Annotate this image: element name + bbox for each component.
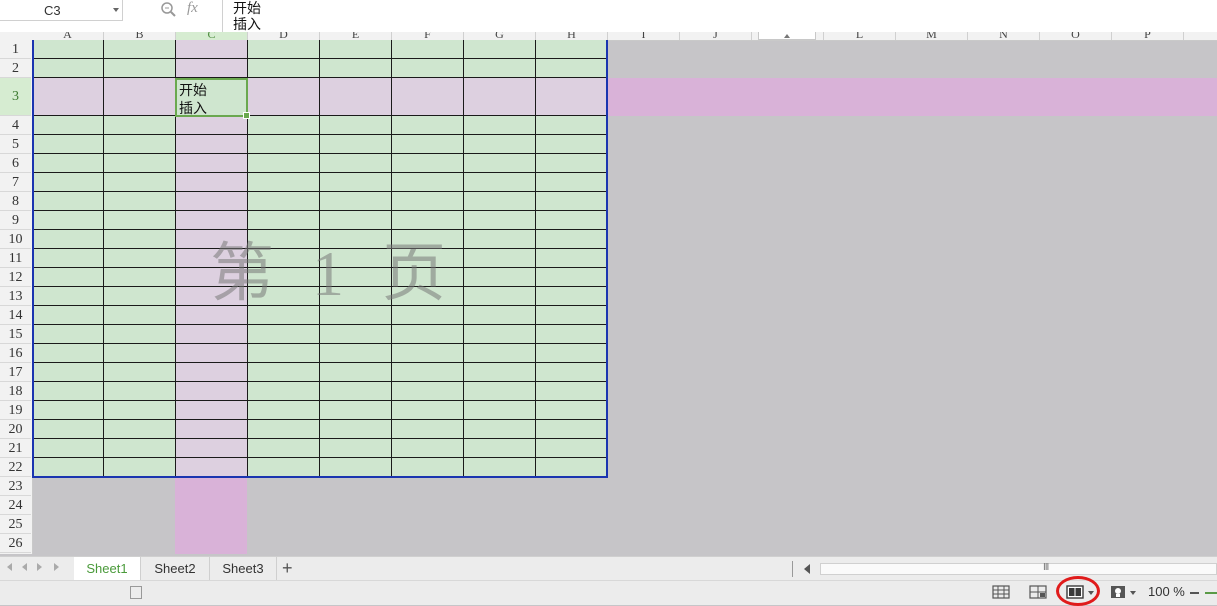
row-header-12[interactable]: 12 (0, 268, 31, 287)
row-header-7[interactable]: 7 (0, 173, 31, 192)
name-box[interactable]: C3 (0, 0, 123, 21)
column-header-i[interactable]: I (608, 32, 680, 40)
row-header-25[interactable]: 25 (0, 515, 31, 534)
formula-input[interactable]: 开始 插入 (233, 0, 261, 32)
add-sheet-icon[interactable]: + (282, 558, 293, 579)
normal-view-icon[interactable] (992, 584, 1010, 600)
formula-separator (222, 0, 223, 32)
row-header-2[interactable]: 2 (0, 59, 31, 78)
function-icon[interactable]: fx (187, 0, 198, 17)
fill-handle[interactable] (243, 112, 250, 119)
scroll-grip: III (1043, 562, 1049, 573)
chevron-down-icon[interactable] (113, 8, 119, 12)
row-header-23[interactable]: 23 (0, 477, 31, 496)
row-header-26[interactable]: 26 (0, 534, 31, 553)
column-selection-highlight (175, 478, 247, 554)
column-header-e[interactable]: E (320, 32, 392, 40)
status-bar: 100 % (0, 576, 1217, 606)
active-cell[interactable]: 开始 插入 (175, 78, 250, 119)
column-header-d[interactable]: D (248, 32, 320, 40)
row-selection-highlight (608, 78, 1217, 116)
zoom-out-icon[interactable] (1190, 592, 1199, 594)
column-header-n[interactable]: N (968, 32, 1040, 40)
magnifier-icon[interactable] (160, 1, 178, 19)
row-header-21[interactable]: 21 (0, 439, 31, 458)
column-header-b[interactable]: B (104, 32, 176, 40)
row-header-24[interactable]: 24 (0, 496, 31, 515)
row-header-14[interactable]: 14 (0, 306, 31, 325)
split-handle[interactable] (758, 32, 816, 40)
sheet-tab-bar: Sheet1 Sheet2 Sheet3 + III (0, 556, 1217, 581)
zoom-level[interactable]: 100 % (1148, 584, 1185, 599)
first-sheet-icon[interactable] (7, 563, 12, 571)
row-header-19[interactable]: 19 (0, 401, 31, 420)
scroll-left-icon[interactable] (804, 564, 810, 574)
row-header-1[interactable]: 1 (0, 40, 31, 59)
row-header-20[interactable]: 20 (0, 420, 31, 439)
column-header-f[interactable]: F (392, 32, 464, 40)
column-header-j[interactable]: J (680, 32, 752, 40)
column-header-p[interactable]: P (1112, 32, 1184, 40)
prev-sheet-icon[interactable] (22, 563, 27, 571)
row-header-10[interactable]: 10 (0, 230, 31, 249)
chevron-down-icon[interactable] (1130, 591, 1136, 595)
next-sheet-icon[interactable] (37, 563, 42, 571)
horizontal-scrollbar[interactable]: III (820, 562, 1217, 575)
row-header-13[interactable]: 13 (0, 287, 31, 306)
row-header-17[interactable]: 17 (0, 363, 31, 382)
formula-bar: C3 fx 开始 插入 (0, 0, 1217, 33)
column-header-l[interactable]: L (824, 32, 896, 40)
annotation-circle (1056, 576, 1100, 606)
column-header-a[interactable]: A (32, 32, 104, 40)
column-header-h[interactable]: H (536, 32, 608, 40)
document-icon[interactable] (130, 586, 142, 599)
column-header-o[interactable]: O (1040, 32, 1112, 40)
active-cell-text: 开始 插入 (179, 82, 207, 116)
row-header-strip: 1 2 3 4 5 6 7 8 9 10 11 12 13 14 15 16 17 18 19 20 21 22 23 24 2… (0, 40, 33, 554)
row-header-9[interactable]: 9 (0, 211, 31, 230)
tab-split-bar[interactable] (792, 561, 793, 577)
row-header-18[interactable]: 18 (0, 382, 31, 401)
page-number-watermark: 第 1 页 (210, 238, 448, 309)
last-sheet-icon[interactable] (54, 563, 59, 571)
tab-sheet2[interactable]: Sheet2 (141, 557, 210, 581)
row-header-15[interactable]: 15 (0, 325, 31, 344)
tab-sheet3[interactable]: Sheet3 (210, 557, 277, 581)
row-header-6[interactable]: 6 (0, 154, 31, 173)
row-header-8[interactable]: 8 (0, 192, 31, 211)
row-header-22[interactable]: 22 (0, 458, 31, 477)
row-header-11[interactable]: 11 (0, 249, 31, 268)
tab-sheet1[interactable]: Sheet1 (74, 557, 141, 581)
column-header-c[interactable]: C (176, 32, 248, 40)
reading-mode-icon[interactable] (1109, 584, 1127, 600)
row-header-4[interactable]: 4 (0, 116, 31, 135)
cell-reference: C3 (44, 3, 61, 18)
page-break-preview-icon[interactable] (1029, 584, 1047, 600)
zoom-slider[interactable] (1205, 592, 1217, 594)
row-header-3[interactable]: 3 (0, 78, 31, 116)
column-header-g[interactable]: G (464, 32, 536, 40)
caret-up-icon (784, 34, 790, 38)
row-header-16[interactable]: 16 (0, 344, 31, 363)
row-header-5[interactable]: 5 (0, 135, 31, 154)
column-header-m[interactable]: M (896, 32, 968, 40)
